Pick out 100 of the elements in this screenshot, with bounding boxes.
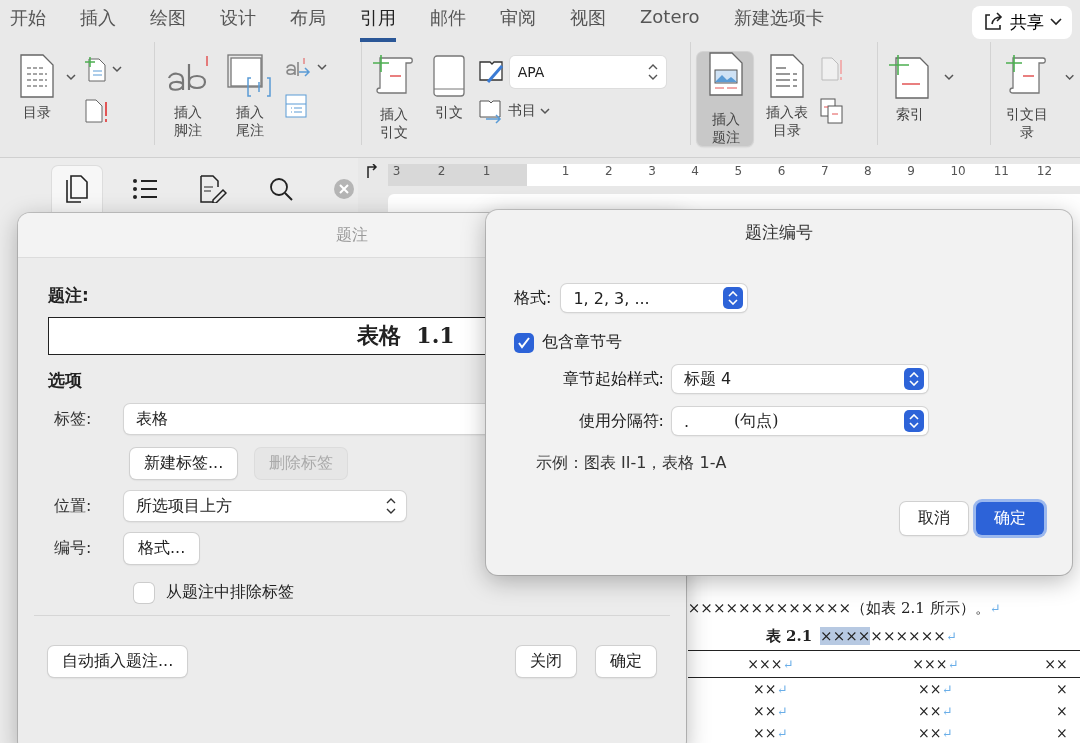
update-table-icon[interactable] [84, 98, 110, 124]
ribbon-tab[interactable]: 视图 [570, 0, 606, 42]
auto-caption-button[interactable]: 自动插入题注... [48, 646, 188, 677]
ribbon-tab[interactable]: 新建选项卡 [733, 0, 824, 42]
image-document-icon [708, 52, 743, 96]
ribbon-tab[interactable]: 布局 [290, 0, 326, 42]
stepper-icon [904, 410, 924, 432]
paragraph-mark: ↵ [776, 726, 788, 741]
example-text: 示例：图表 II-1，表格 1-A [535, 453, 728, 474]
ruler-number: 3 [648, 164, 657, 180]
paragraph-mark: ↵ [941, 726, 953, 741]
ok-button[interactable]: 确定 [976, 502, 1044, 535]
share-button[interactable]: 共享 [972, 5, 1072, 39]
checkbox[interactable] [514, 332, 534, 353]
ribbon-tab[interactable]: 设计 [220, 0, 256, 42]
insert-footnote-button[interactable]: 插入脚注 [161, 52, 216, 150]
field-label: 章节起始样式: [561, 368, 664, 390]
paragraph-mark: ↵ [776, 704, 788, 719]
caption-text: ×××××× [870, 627, 946, 645]
table-cell: ×× [753, 703, 777, 719]
index-button[interactable]: 索引 [884, 52, 937, 150]
section-heading: 选项 [48, 369, 82, 392]
book-icon [431, 54, 466, 98]
ribbon-tab[interactable]: 审阅 [500, 0, 536, 42]
share-icon [982, 11, 1004, 33]
field-label: 格式: [514, 287, 552, 309]
chevron-icon [112, 65, 122, 73]
separator-dropdown[interactable]: . (句点) [672, 407, 928, 435]
cancel-button[interactable]: 取消 [900, 502, 968, 535]
book-brush-icon[interactable] [477, 58, 506, 86]
add-text-icon[interactable] [84, 56, 108, 82]
insert-table-of-figures-button[interactable]: 插入表目录 [760, 52, 813, 150]
paragraph-mark: ↵ [945, 628, 957, 644]
table-cell: × [1056, 703, 1068, 719]
checkbox-label: 包含章节号 [542, 332, 622, 353]
ribbon-tab[interactable]: 引用 [360, 0, 396, 42]
insert-caption-button[interactable]: 插入题注 [696, 52, 753, 146]
ribbon-tab[interactable]: 开始 [10, 0, 46, 42]
chevron-icon [1050, 18, 1062, 26]
table-cell: × [1056, 725, 1068, 741]
style-dropdown[interactable]: APA [509, 56, 666, 88]
ruler-number: 4 [691, 164, 700, 180]
dialog-title: 题注编号 [744, 220, 814, 244]
paragraph-mark: ↵ [782, 657, 794, 672]
checkbox[interactable] [134, 582, 154, 603]
position-dropdown[interactable]: 所选项目上方 [124, 491, 406, 521]
format-dropdown[interactable]: 1, 2, 3, ... [561, 284, 748, 312]
field-label: 标签: [54, 408, 93, 430]
ruler-number: 2 [604, 164, 614, 180]
citations-button[interactable]: 引文 [427, 52, 470, 150]
cross-reference-icon[interactable] [820, 98, 845, 124]
endnote-icon [227, 54, 274, 98]
selected-text: ×××× [820, 627, 871, 645]
table-cell: ×× [918, 725, 942, 741]
chevron-icon [66, 74, 76, 81]
caption-label: 题注: [48, 284, 89, 307]
table-cell: ××× [912, 656, 948, 672]
tab-stop-icon[interactable] [365, 164, 378, 178]
toc-button[interactable]: 目录 [16, 52, 58, 150]
new-label-button[interactable]: 新建标签... [130, 448, 238, 479]
body-text: ×××××××××××××（如表 2.1 所示）。 [687, 598, 990, 618]
ruler-number: 6 [777, 164, 787, 180]
ruler-number: 10 [950, 164, 967, 180]
table-cell: ×× [918, 681, 942, 697]
ruler-number: 1 [482, 164, 492, 180]
ruler[interactable]: 3 2 1 1 2 3 4 5 6 7 8 9 10 11 12 [387, 164, 1080, 186]
ok-button[interactable]: 确定 [596, 646, 656, 677]
format-button[interactable]: 格式... [124, 533, 200, 564]
table-of-authorities-button[interactable]: 引文目录 [996, 52, 1057, 150]
bibliography-button[interactable]: 书目 [477, 98, 666, 124]
table-cell: ×× [753, 681, 777, 697]
ruler-number: 7 [820, 164, 830, 180]
close-icon[interactable] [334, 179, 354, 199]
paragraph-mark: ↵ [941, 682, 953, 697]
ruler-number: 11 [993, 164, 1010, 180]
ribbon-tab[interactable]: 绘图 [150, 0, 186, 42]
book-arrow-icon [477, 98, 504, 124]
chevron-icon [944, 74, 955, 81]
stepper-icon [386, 498, 396, 514]
paragraph-mark: ↵ [989, 600, 1001, 616]
table-cell: ×× [753, 725, 777, 741]
field-label: 位置: [54, 495, 93, 517]
field-label: 编号: [54, 538, 93, 559]
ruler-number: 1 [561, 164, 571, 180]
close-button[interactable]: 关闭 [516, 646, 576, 677]
insert-citation-button[interactable]: 插入引文 [367, 52, 420, 150]
ribbon-tab[interactable]: 邮件 [430, 0, 466, 42]
document-icon [20, 54, 54, 98]
pages-tab[interactable] [52, 166, 102, 212]
ribbon-tab[interactable]: Zotero [640, 0, 700, 42]
stepper-icon [647, 63, 658, 81]
list-icon [132, 178, 158, 200]
search-icon [268, 176, 294, 202]
ribbon-tab[interactable]: 插入 [80, 0, 116, 42]
paragraph-mark: ↵ [776, 682, 788, 697]
ruler-number: 3 [392, 164, 402, 180]
insert-endnote-button[interactable]: 插入尾注 [223, 52, 278, 150]
stepper-icon [904, 368, 924, 390]
chapter-style-dropdown[interactable]: 标题 4 [672, 365, 928, 393]
table-cell: ×× [918, 703, 942, 719]
